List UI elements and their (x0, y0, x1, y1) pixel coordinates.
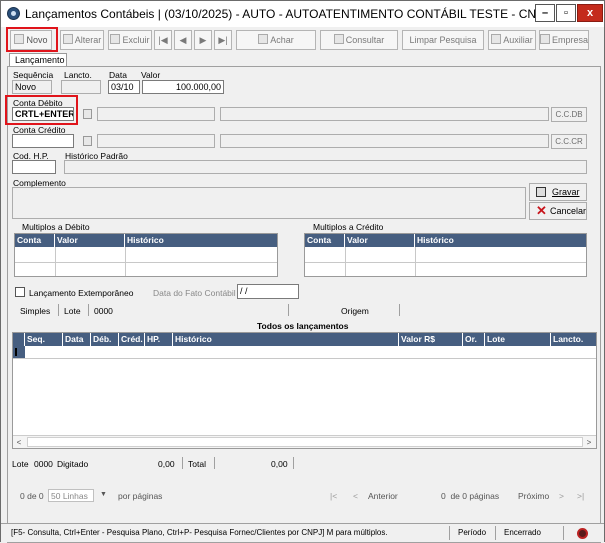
copy-icon[interactable] (83, 136, 92, 146)
close-button[interactable]: x (577, 4, 603, 22)
novo-highlight (6, 27, 58, 52)
total-value: 0,00 (271, 459, 288, 469)
data-field[interactable]: 03/10 (108, 80, 140, 94)
per-page-suffix: por páginas (118, 491, 163, 501)
data-fato-label: Data do Fato Contábil (153, 288, 236, 298)
sequencia-label: Sequência (13, 70, 54, 80)
status-hint: [F5- Consulta, Ctrl+Enter - Pesquisa Pla… (11, 528, 388, 537)
status-light-icon (577, 528, 588, 539)
simples-label: Simples (20, 306, 51, 316)
conta-debito-highlight (5, 95, 78, 125)
helper-icon (491, 34, 502, 44)
main-window: Lançamentos Contábeis | (03/10/2025) - A… (0, 0, 605, 543)
scroll-left-icon[interactable]: < (13, 437, 25, 448)
prev-record-button[interactable]: ◀ (174, 30, 192, 50)
page-info: 0 de 0 páginas (441, 491, 500, 501)
consultar-button[interactable]: Consultar (320, 30, 398, 50)
empresa-button[interactable]: Empresa (539, 30, 589, 50)
todos-lancamentos-title: Todos os lançamentos (257, 321, 349, 331)
auxiliar-button[interactable]: Auxiliar (488, 30, 536, 50)
valor-label: Valor (141, 70, 161, 80)
first-record-button[interactable]: |◀ (154, 30, 172, 50)
cancel-x-icon: ✕ (536, 203, 547, 218)
digitado-label: Digitado (57, 459, 89, 469)
last-page-button[interactable]: >| (577, 491, 584, 501)
edit-icon (62, 34, 73, 44)
lote-value: 0000 (94, 306, 113, 316)
lote-label: Lote (64, 306, 81, 316)
prev-page-icon[interactable]: < (353, 491, 358, 501)
multiplos-debito-grid[interactable]: Conta Valor Histórico (14, 233, 278, 277)
horizontal-scrollbar[interactable]: < > (13, 435, 596, 448)
first-page-button[interactable]: |< (330, 491, 337, 501)
app-icon (7, 7, 20, 20)
title-bar: Lançamentos Contábeis | (03/10/2025) - A… (1, 1, 604, 27)
per-page-select[interactable]: 50 Linhas (48, 489, 94, 502)
lancto-label: Lancto. (64, 70, 92, 80)
binoculars-icon (258, 34, 269, 44)
query-icon (333, 34, 344, 44)
cod-hp-field[interactable] (12, 160, 56, 174)
next-record-button[interactable]: ▶ (194, 30, 212, 50)
company-icon (540, 34, 550, 44)
data-label: Data (109, 70, 127, 80)
conta-debito-desc (97, 107, 215, 121)
data-fato-field[interactable]: / / (237, 284, 299, 299)
digitado-value: 0,00 (158, 459, 175, 469)
conta-credito-desc (97, 134, 215, 148)
chevron-down-icon[interactable]: ▼ (100, 491, 107, 498)
copy-icon[interactable] (83, 109, 92, 119)
minimize-button[interactable]: – (535, 4, 555, 22)
extemporaneo-label: Lançamento Extemporâneo (29, 288, 134, 298)
save-icon (536, 187, 546, 197)
grid-header: Conta Valor Histórico (305, 234, 586, 247)
pagination-info: 0 de 0 (20, 491, 44, 501)
extemporaneo-checkbox[interactable] (15, 287, 25, 297)
toolbar: Novo Alterar Excluir |◀ ◀ ▶ ▶| Achar Con… (4, 29, 602, 51)
maximize-button[interactable]: ▫ (556, 4, 576, 22)
proximo-button[interactable]: Próximo (518, 491, 549, 501)
origem-label: Origem (341, 306, 369, 316)
periodo-status: Período (458, 528, 487, 537)
grid-header: Seq. Data Déb. Créd. HP. Histórico Valor… (13, 333, 596, 346)
cccr-button[interactable]: C.C.CR (551, 134, 587, 149)
summary-lote-value: 0000 (34, 459, 53, 469)
conta-credito-field[interactable] (12, 134, 74, 148)
last-record-button[interactable]: ▶| (214, 30, 232, 50)
summary-lote-label: Lote (12, 459, 29, 469)
valor-field[interactable]: 100.000,00 (142, 80, 224, 94)
scrollbar-track[interactable] (27, 437, 583, 447)
lancto-field (61, 80, 101, 94)
todos-lancamentos-grid[interactable]: Seq. Data Déb. Créd. HP. Histórico Valor… (12, 332, 597, 449)
sequencia-field: Novo (12, 80, 52, 94)
achar-button[interactable]: Achar (236, 30, 316, 50)
status-bar: [F5- Consulta, Ctrl+Enter - Pesquisa Pla… (1, 523, 604, 542)
anterior-button[interactable]: Anterior (368, 491, 398, 501)
next-page-icon[interactable]: > (559, 491, 564, 501)
limpar-pesquisa-button[interactable]: Limpar Pesquisa (402, 30, 484, 50)
ccdb-button[interactable]: C.C.DB (551, 107, 587, 122)
row-cursor (15, 348, 17, 356)
scroll-right-icon[interactable]: > (583, 437, 595, 448)
historico-padrao-field (64, 160, 587, 174)
gravar-button[interactable]: Gravar (529, 183, 587, 201)
conta-debito-name (220, 107, 549, 121)
grid-header: Conta Valor Histórico (15, 234, 277, 247)
multiplos-debito-title: Multiplos a Débito (22, 222, 90, 232)
tab-lancamento[interactable]: Lançamento (9, 53, 67, 67)
multiplos-credito-title: Multiplos a Crédito (313, 222, 384, 232)
conta-credito-name (220, 134, 549, 148)
excluir-button[interactable]: Excluir (108, 30, 152, 50)
multiplos-credito-grid[interactable]: Conta Valor Histórico (304, 233, 587, 277)
trash-icon (110, 34, 121, 44)
complemento-field[interactable] (12, 187, 526, 219)
cancelar-button[interactable]: ✕ Cancelar (529, 202, 587, 220)
total-label: Total (188, 459, 206, 469)
encerrado-status: Encerrado (504, 528, 541, 537)
window-title: Lançamentos Contábeis | (03/10/2025) - A… (25, 7, 547, 21)
alterar-button[interactable]: Alterar (60, 30, 104, 50)
lancamento-panel: Sequência Lancto. Data Valor Novo 03/10 … (5, 66, 601, 543)
